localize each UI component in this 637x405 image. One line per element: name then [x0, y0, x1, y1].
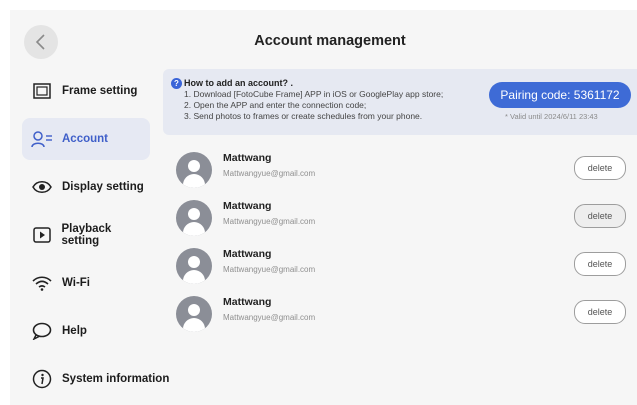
sidebar-item-label: System information [62, 373, 170, 385]
account-row: Mattwang Mattwangyue@gmail.com delete [163, 150, 637, 197]
account-name: Mattwang [223, 248, 272, 260]
sidebar-item-label: Playback setting [61, 223, 112, 247]
account-row: Mattwang Mattwangyue@gmail.com delete [163, 294, 637, 341]
sidebar-item-label: Help [62, 325, 87, 337]
delete-button[interactable]: delete [574, 156, 626, 180]
sidebar-item-display-setting[interactable]: Display setting [22, 166, 150, 208]
account-name: Mattwang [223, 152, 272, 164]
sidebar-item-label: Account [62, 133, 108, 145]
sidebar-item-playback-setting[interactable]: Playback setting [22, 214, 150, 256]
sidebar-item-label: Display setting [62, 181, 144, 193]
avatar [176, 152, 212, 188]
delete-button[interactable]: delete [574, 300, 626, 324]
account-row: Mattwang Mattwangyue@gmail.com delete [163, 198, 637, 245]
info-step: 1. Download [FotoCube Frame] APP in iOS … [184, 89, 444, 99]
account-name: Mattwang [223, 200, 272, 212]
page-title: Account management [254, 33, 406, 49]
account-name: Mattwang [223, 296, 272, 308]
pairing-valid-until: * Valid until 2024/6/11 23:43 [505, 112, 598, 121]
avatar [176, 248, 212, 284]
delete-button[interactable]: delete [574, 204, 626, 228]
sidebar-item-frame-setting[interactable]: Frame setting [22, 70, 150, 112]
delete-button[interactable]: delete [574, 252, 626, 276]
account-row: Mattwang Mattwangyue@gmail.com delete [163, 246, 637, 293]
sidebar-item-account[interactable]: Account [22, 118, 150, 160]
account-email: Mattwangyue@gmail.com [223, 217, 316, 226]
info-heading: How to add an account? . [184, 78, 294, 88]
info-step: 2. Open the APP and enter the connection… [184, 100, 367, 110]
sidebar-item-label: Frame setting [62, 85, 138, 97]
eye-icon [31, 176, 53, 198]
wifi-icon [31, 272, 53, 294]
sidebar-item-wifi[interactable]: Wi-Fi [22, 262, 150, 304]
sidebar-item-system-information[interactable]: System information [22, 358, 172, 400]
account-email: Mattwangyue@gmail.com [223, 265, 316, 274]
avatar [176, 200, 212, 236]
question-icon: ? [171, 78, 182, 89]
chevron-left-icon [35, 34, 45, 50]
sidebar-item-label: Wi-Fi [62, 277, 90, 289]
pairing-code-button[interactable]: Pairing code: 5361172 [489, 82, 631, 108]
avatar [176, 296, 212, 332]
help-bubble-icon [31, 320, 53, 342]
frame-icon [31, 80, 53, 102]
back-button[interactable] [24, 25, 58, 59]
account-email: Mattwangyue@gmail.com [223, 313, 316, 322]
account-icon [31, 128, 53, 150]
info-icon [31, 368, 53, 390]
sidebar-item-help[interactable]: Help [22, 310, 150, 352]
info-step: 3. Send photos to frames or create sched… [184, 111, 423, 121]
account-email: Mattwangyue@gmail.com [223, 169, 316, 178]
play-icon [31, 224, 52, 246]
